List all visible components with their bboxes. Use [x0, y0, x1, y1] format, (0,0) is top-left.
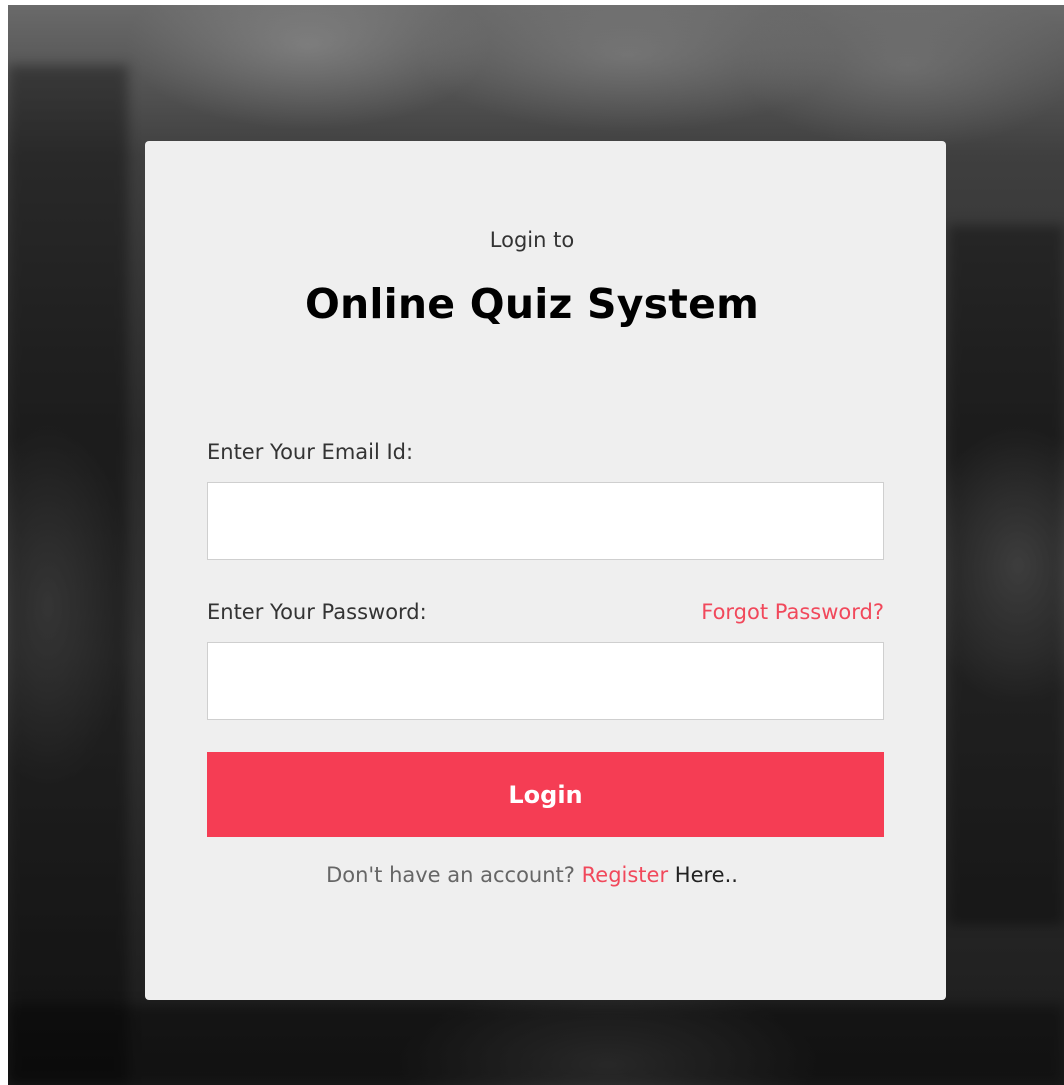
email-label: Enter Your Email Id:	[207, 440, 414, 464]
email-field[interactable]	[207, 482, 884, 560]
register-prompt-text: Don't have an account?	[326, 863, 575, 887]
password-field[interactable]	[207, 642, 884, 720]
background-shape	[8, 65, 128, 1085]
background-shape	[8, 1005, 1064, 1085]
login-subtitle: Login to	[489, 228, 575, 252]
login-button[interactable]: Login	[207, 752, 884, 837]
register-suffix: Here..	[674, 863, 738, 887]
password-label: Enter Your Password:	[207, 600, 427, 624]
forgot-password-link[interactable]: Forgot Password?	[701, 597, 884, 627]
page-title: Online Quiz System	[304, 280, 760, 328]
register-link[interactable]: Register	[582, 863, 668, 887]
register-prompt: Don't have an account? Register Here..	[0, 860, 1064, 890]
